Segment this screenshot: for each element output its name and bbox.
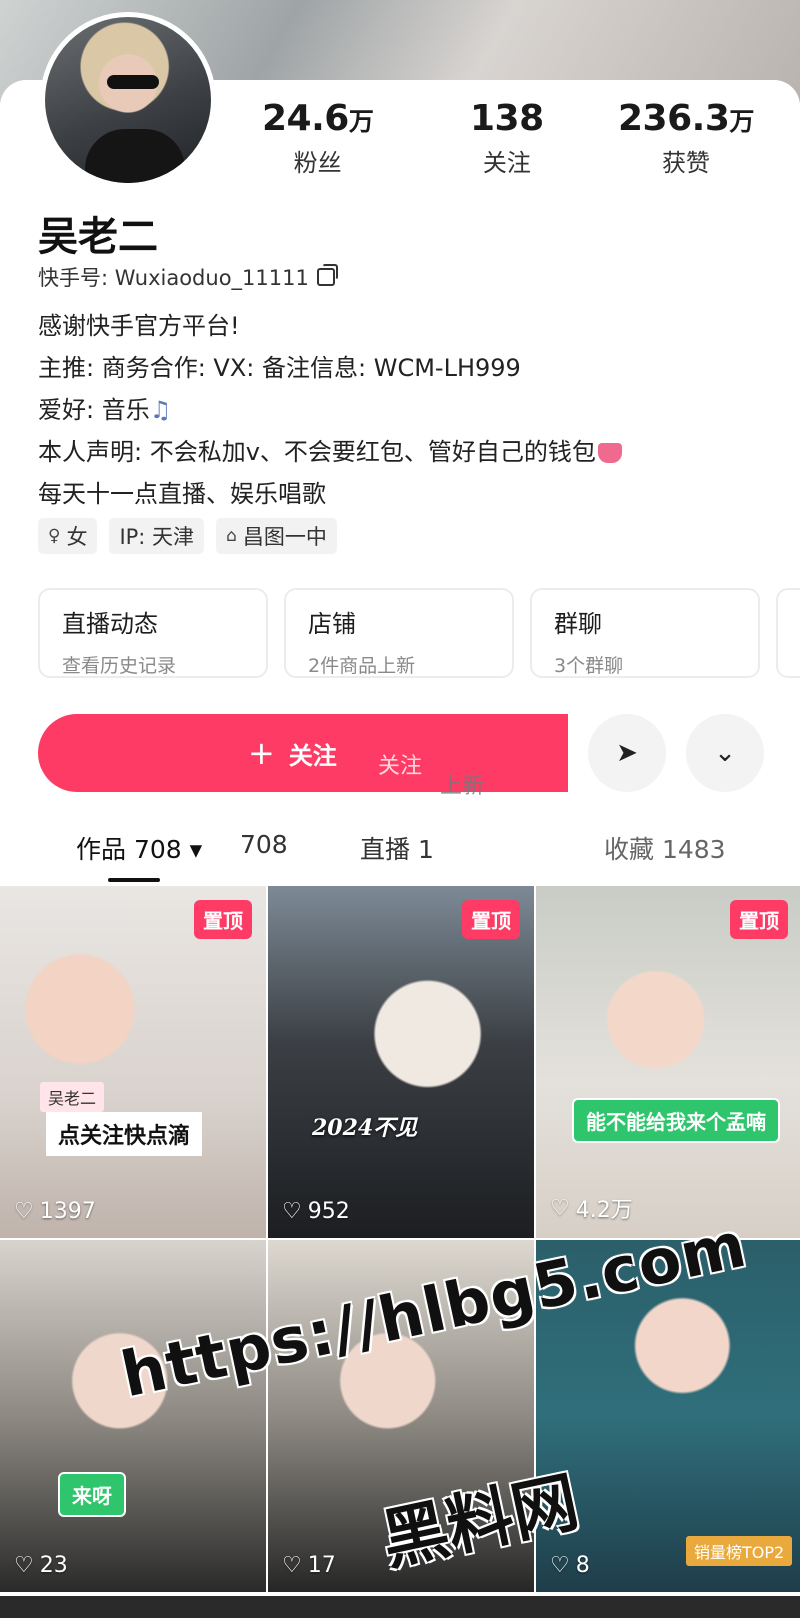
- video-caption: 点关注快点滴: [46, 1112, 203, 1156]
- content-tabs: 作品 708 ▾ 708 直播 1 收藏 1483: [0, 828, 800, 884]
- stat-following-label: 关注: [482, 149, 531, 177]
- card-partial[interactable]: [776, 588, 800, 678]
- avatar-glasses: [107, 75, 159, 89]
- follow-button[interactable]: + 关注: [38, 714, 568, 792]
- heart-icon: ♡: [282, 1199, 302, 1224]
- graduation-cap-icon: ⌂: [226, 526, 237, 546]
- ghost-follow-text: 关注: [378, 754, 423, 779]
- video-thumb-3[interactable]: 置顶 能不能给我来个孟喃 ♡ 4.2万: [536, 886, 800, 1238]
- video-likes: ♡ 4.2万: [550, 1195, 633, 1224]
- bio-line-3: 爱好: 音乐♫: [38, 396, 172, 424]
- female-icon: ♀: [48, 526, 61, 546]
- pinned-badge: 置顶: [730, 900, 788, 939]
- video-likes: ♡ 952: [282, 1199, 350, 1224]
- pinned-badge: 置顶: [194, 900, 252, 939]
- feature-cards: 直播动态 查看历史记录 店铺 2件商品上新 群聊 3个群聊: [38, 588, 800, 678]
- bio-line-1: 感谢快手官方平台!: [38, 312, 240, 340]
- heart-icon: ♡: [550, 1195, 570, 1221]
- video-rank-tag: 销量榜TOP2: [686, 1536, 793, 1566]
- heart-icon: ♡: [550, 1553, 570, 1578]
- video-thumb-1[interactable]: 置顶 吴老二 点关注快点滴 ♡ 1397: [0, 886, 266, 1238]
- tab-favorites[interactable]: 收藏 1483: [604, 830, 726, 866]
- tag-gender: ♀ 女: [38, 518, 98, 554]
- tag-school[interactable]: ⌂ 昌图一中: [216, 518, 337, 554]
- card-group-chat[interactable]: 群聊 3个群聊: [530, 588, 760, 678]
- video-likes: ♡ 23: [14, 1553, 68, 1578]
- video-likes: ♡ 1397: [14, 1199, 96, 1224]
- ghost-new-text: 上新: [440, 774, 485, 799]
- avatar-shirt: [85, 129, 185, 183]
- bio-line-2: 主推: 商务合作: VX: 备注信息: WCM-LH999: [38, 354, 521, 382]
- tag-ip: IP: 天津: [109, 518, 205, 554]
- bio-line-4: 本人声明: 不会私加v、不会要红包、管好自己的钱包: [38, 432, 622, 467]
- tab-works[interactable]: 作品 708 ▾: [76, 830, 202, 866]
- chevron-down-icon: ⌄: [714, 738, 736, 768]
- video-likes: ♡ 17: [282, 1553, 336, 1578]
- tab-partial[interactable]: 708: [240, 830, 288, 859]
- pinned-badge: 置顶: [462, 900, 520, 939]
- kuaishou-id-text: 快手号: Wuxiaoduo_11111: [38, 266, 309, 290]
- card-live-history[interactable]: 直播动态 查看历史记录: [38, 588, 268, 678]
- plus-icon: +: [248, 734, 275, 772]
- card-shop[interactable]: 店铺 2件商品上新: [284, 588, 514, 678]
- stat-fans-label: 粉丝: [293, 149, 342, 177]
- share-button[interactable]: ➤: [588, 714, 666, 792]
- tab-underline: [108, 878, 160, 882]
- video-thumb-2[interactable]: 置顶 2024不见 ♡ 952: [268, 886, 534, 1238]
- stat-following[interactable]: 138 关注: [470, 98, 544, 178]
- avatar[interactable]: [40, 12, 216, 188]
- video-likes: ♡ 8: [550, 1553, 590, 1578]
- video-tag: 吴老二: [40, 1082, 105, 1112]
- tab-live[interactable]: 直播 1: [360, 830, 434, 866]
- heart-icon: ♡: [14, 1553, 34, 1578]
- video-caption: 来呀: [58, 1472, 126, 1517]
- video-caption: 2024不见: [312, 1115, 418, 1141]
- video-caption: 能不能给我来个孟喃: [572, 1098, 780, 1143]
- wallet-icon: [597, 443, 622, 463]
- send-icon: ➤: [616, 738, 638, 768]
- heart-icon: ♡: [14, 1199, 34, 1224]
- profile-tags: ♀ 女 IP: 天津 ⌂ 昌图一中: [38, 518, 337, 554]
- stat-likes[interactable]: 236.3万 获赞: [618, 98, 754, 178]
- profile-name: 吴老二: [38, 214, 158, 260]
- bio-line-5: 每天十一点直播、娱乐唱歌: [38, 480, 326, 508]
- copy-icon[interactable]: [316, 264, 338, 286]
- video-thumb-4[interactable]: 来呀 ♡ 23: [0, 1240, 266, 1592]
- kuaishou-id: 快手号: Wuxiaoduo_11111: [38, 262, 338, 292]
- heart-icon: ♡: [282, 1553, 302, 1578]
- caret-down-icon: ▾: [181, 835, 203, 864]
- bottom-strip: [0, 1596, 800, 1618]
- more-button[interactable]: ⌄: [686, 714, 764, 792]
- stat-likes-label: 获赞: [661, 149, 710, 177]
- stat-fans[interactable]: 24.6万 粉丝: [262, 98, 374, 178]
- music-note-icon: ♫: [149, 396, 172, 424]
